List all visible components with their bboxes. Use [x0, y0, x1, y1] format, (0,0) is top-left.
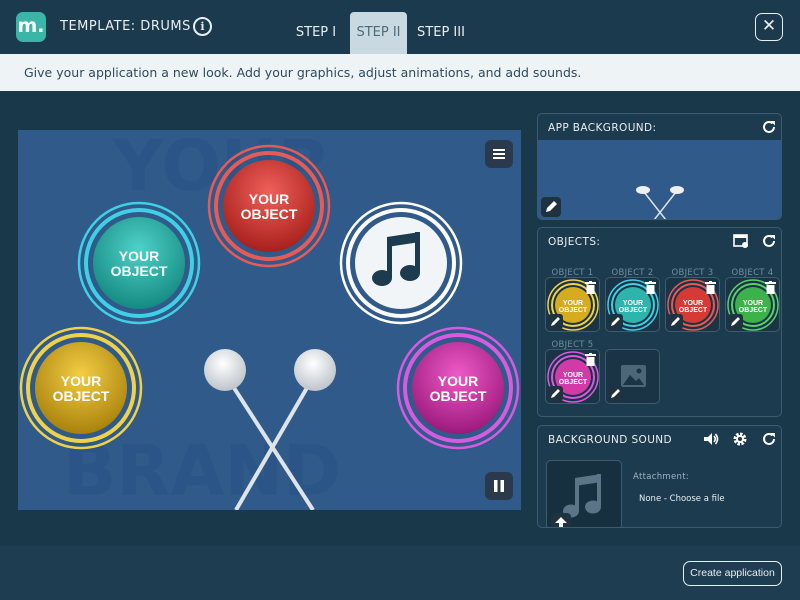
- gear-icon[interactable]: [732, 431, 748, 447]
- thumb-label: YOUR: [623, 300, 643, 307]
- thumb-label: OBJECT: [739, 307, 768, 314]
- thumb-label: OBJECT: [679, 307, 708, 314]
- pad-label: YOUR: [438, 373, 478, 389]
- pencil-icon: [551, 389, 560, 398]
- objects-panel: OBJECTS: OBJECT 1 YOUR OBJECT OBJECT 2 YOUR O…: [537, 227, 782, 417]
- trash-icon[interactable]: [585, 353, 596, 366]
- tab-label: STEP II: [356, 25, 401, 40]
- background-sound-panel: BACKGROUND SOUND Attachment: None - Choo…: [537, 425, 782, 528]
- speaker-icon[interactable]: [703, 431, 719, 447]
- trash-icon[interactable]: [705, 281, 716, 294]
- trash-icon[interactable]: [765, 281, 776, 294]
- pencil-icon: [731, 317, 740, 326]
- thumb-label: OBJECT: [559, 379, 588, 386]
- app-logo: m.: [16, 12, 46, 42]
- object-tile[interactable]: YOUR OBJECT: [545, 277, 600, 332]
- app-background-thumbnail[interactable]: [538, 140, 782, 220]
- close-button[interactable]: ✕: [755, 13, 783, 41]
- object-settings-icon[interactable]: [733, 233, 749, 249]
- create-application-button[interactable]: Create application: [683, 561, 782, 586]
- tab-step-3[interactable]: STEP III: [412, 12, 470, 54]
- edit-object-button[interactable]: [608, 386, 623, 401]
- thumb-label: OBJECT: [619, 307, 648, 314]
- object-tile[interactable]: YOUR OBJECT: [725, 277, 780, 332]
- tab-step-1[interactable]: STEP I: [287, 12, 345, 54]
- edit-object-button[interactable]: [548, 386, 563, 401]
- hamburger-icon: [493, 149, 505, 159]
- pause-icon: [494, 480, 504, 492]
- edit-background-button[interactable]: [541, 197, 561, 217]
- choose-file-link[interactable]: None - Choose a file: [639, 494, 725, 504]
- trash-icon[interactable]: [585, 281, 596, 294]
- object-tile[interactable]: YOUR OBJECT: [665, 277, 720, 332]
- edit-object-button[interactable]: [668, 314, 683, 329]
- thumb-label: YOUR: [563, 372, 583, 379]
- stage-menu-button[interactable]: [485, 140, 513, 168]
- thumb-label: YOUR: [563, 300, 583, 307]
- edit-object-button[interactable]: [548, 314, 563, 329]
- pad-label: YOUR: [119, 248, 159, 264]
- thumb-label: OBJECT: [559, 307, 588, 314]
- trash-icon[interactable]: [645, 281, 656, 294]
- pad-label: YOUR: [249, 191, 289, 207]
- pause-button[interactable]: [485, 472, 513, 500]
- preview-stage[interactable]: YOUR BRAND YOUR OBJECT YOUR OBJECT YOUR …: [18, 130, 521, 510]
- refresh-icon[interactable]: [761, 233, 777, 249]
- attachment-label: Attachment:: [633, 472, 689, 482]
- top-header: m. TEMPLATE: DRUMS i STEP I STEP II STEP…: [0, 0, 800, 54]
- pad-label: OBJECT: [241, 206, 298, 222]
- pad-label: OBJECT: [111, 263, 168, 279]
- pad-label: OBJECT: [430, 388, 487, 404]
- object-tile[interactable]: YOUR OBJECT: [605, 277, 660, 332]
- pencil-icon: [611, 389, 620, 398]
- info-icon[interactable]: i: [193, 17, 212, 36]
- pencil-icon: [546, 201, 557, 212]
- template-title: TEMPLATE: DRUMS: [60, 19, 191, 34]
- pencil-icon: [611, 317, 620, 326]
- upload-button[interactable]: [551, 513, 571, 527]
- upload-icon: [555, 517, 567, 527]
- add-object-tile[interactable]: [605, 349, 660, 404]
- app-background-panel: APP BACKGROUND:: [537, 113, 782, 220]
- panel-title: APP BACKGROUND:: [548, 122, 657, 134]
- drum-pad-magenta[interactable]: YOUR OBJECT: [396, 326, 520, 450]
- tab-step-2[interactable]: STEP II: [350, 12, 407, 54]
- thumb-label: YOUR: [683, 300, 703, 307]
- instruction-bar: Give your application a new look. Add yo…: [0, 54, 800, 91]
- pad-label: YOUR: [61, 373, 101, 389]
- refresh-icon[interactable]: [761, 119, 777, 135]
- drum-pad-teal[interactable]: YOUR OBJECT: [77, 201, 201, 325]
- thumb-label: YOUR: [743, 300, 763, 307]
- preview-canvas: YOUR BRAND YOUR OBJECT YOUR OBJECT YOUR …: [19, 130, 520, 510]
- footer-bar: [0, 546, 800, 600]
- drum-pad-red[interactable]: YOUR OBJECT: [207, 144, 331, 268]
- pad-label: OBJECT: [53, 388, 110, 404]
- tab-label: STEP I: [295, 25, 337, 40]
- drum-pad-music[interactable]: [339, 201, 463, 325]
- sound-dropzone[interactable]: [546, 460, 622, 527]
- pencil-icon: [551, 317, 560, 326]
- drum-pad-yellow[interactable]: YOUR OBJECT: [19, 326, 143, 450]
- close-icon: ✕: [761, 16, 777, 36]
- edit-object-button[interactable]: [728, 314, 743, 329]
- pencil-icon: [671, 317, 680, 326]
- object-tile[interactable]: YOUR OBJECT: [545, 349, 600, 404]
- edit-object-button[interactable]: [608, 314, 623, 329]
- refresh-icon[interactable]: [761, 431, 777, 447]
- tab-label: STEP III: [417, 25, 465, 40]
